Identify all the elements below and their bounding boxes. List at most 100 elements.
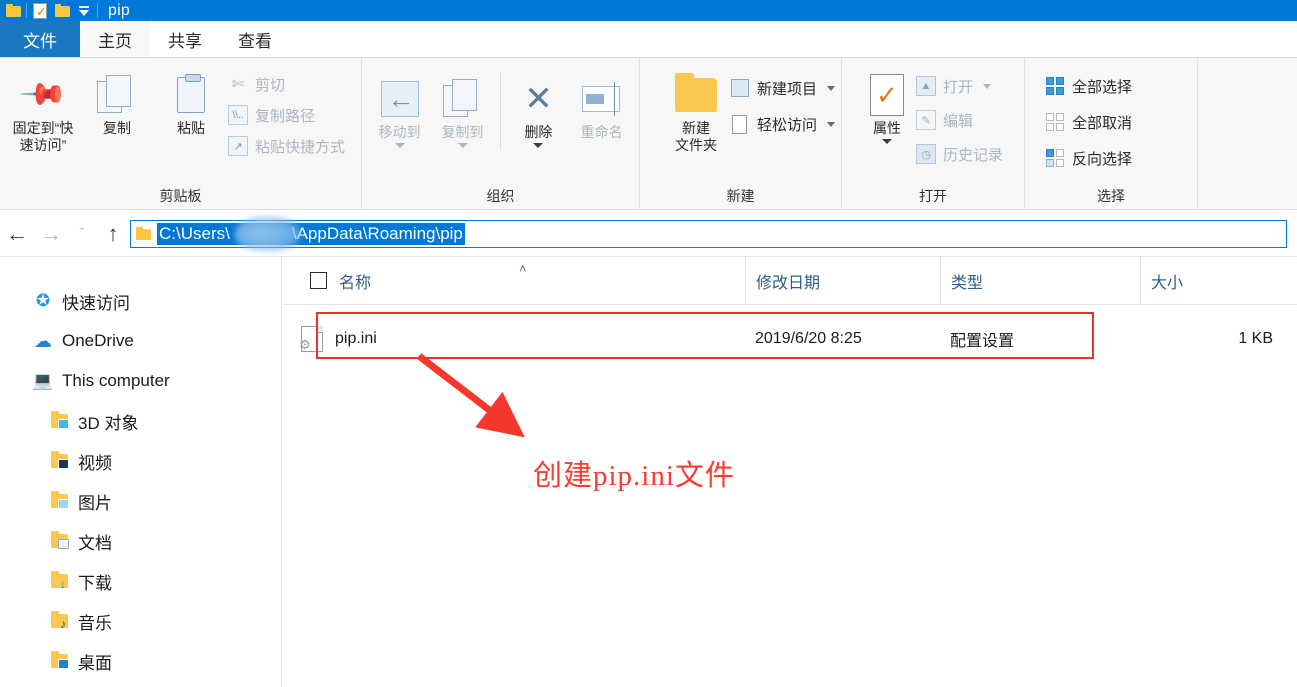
this-pc-icon: 💻 [32,371,54,390]
column-name[interactable]: 名称 ˄ [283,257,745,305]
window-title: pip [108,2,130,19]
back-button[interactable]: ← [0,217,34,251]
cut-button[interactable]: ✄ 剪切 [228,72,345,96]
new-folder-label-line2: 文件夹 [674,137,717,153]
clipboard-group-label: 剪贴板 [159,188,202,204]
new-item-button[interactable]: 新建项目 [730,76,835,100]
history-button[interactable]: ◷ 历史记录 [916,142,1003,166]
select-all-label: 全部选择 [1072,78,1133,96]
tab-share[interactable]: 共享 [150,21,220,57]
sidebar-item-quick-access[interactable]: ✪ 快速访问 [0,281,281,321]
properties-label: 属性 [873,120,901,136]
tab-home[interactable]: 主页 [80,21,150,57]
sidebar-item-videos[interactable]: 视频 [0,441,281,481]
select-all-button[interactable]: 全部选择 [1045,74,1132,98]
select-none-icon [1045,112,1065,132]
ribbon-tabs: 文件 主页 共享 查看 [0,21,1297,58]
select-all-checkbox[interactable] [310,272,327,289]
sidebar-item-label: 视频 [78,453,112,473]
open-chevron-down-icon [983,83,992,89]
copy-icon [97,70,137,120]
file-type-cell: 配置设置 [950,333,1015,350]
music-folder-icon: ♪ [46,611,72,630]
sidebar-item-documents[interactable]: 文档 [0,521,281,561]
address-path-tail: \AppData\Roaming\pip [291,223,463,243]
customize-caret-icon[interactable] [73,0,95,21]
sidebar-item-onedrive[interactable]: ☁ OneDrive [0,321,281,361]
folder-icon[interactable] [2,0,24,21]
copy-path-icon: \\.. [228,105,248,125]
paste-shortcut-icon: ↗ [228,136,248,156]
sidebar-item-desktop[interactable]: 桌面 [0,641,281,681]
copy-to-chevron-down-icon [457,143,468,148]
new-folder-button[interactable]: 新建 文件夹 [662,64,730,154]
copy-path-button[interactable]: \\.. 复制路径 [228,103,345,127]
table-row[interactable]: ⚙ pip.ini 2019/6/20 8:25 配置设置 1 KB [283,319,1297,359]
sidebar-item-label: OneDrive [62,331,134,350]
edit-label: 编辑 [943,112,974,130]
redacted-username-blur [235,216,301,251]
new-folder-icon[interactable] [51,0,73,21]
sidebar-item-this-computer[interactable]: 💻 This computer [0,361,281,401]
copy-to-button[interactable]: 复制到 [431,68,494,148]
move-to-button[interactable]: 移动到 [368,68,431,148]
tab-file[interactable]: 文件 [0,21,80,57]
sidebar-item-label: 下载 [78,573,112,593]
sidebar-item-pictures[interactable]: 图片 [0,481,281,521]
copy-button[interactable]: 复制 [80,64,154,137]
open-button[interactable]: ▲ 打开 [916,74,1003,98]
address-path-text: C:\Users\ \AppData\Roaming\pip [157,216,465,251]
open-icon: ▲ [916,76,936,96]
sidebar-item-label: This computer [62,371,170,390]
tab-view[interactable]: 查看 [220,21,290,57]
paste-shortcut-button[interactable]: ↗ 粘贴快捷方式 [228,134,345,158]
address-input[interactable]: C:\Users\ \AppData\Roaming\pip [130,216,1287,251]
edit-button[interactable]: ✎ 编辑 [916,108,1003,132]
sidebar-item-downloads[interactable]: ↓ 下载 [0,561,281,601]
sort-ascending-icon: ˄ [519,260,527,276]
copy-to-icon [442,74,483,124]
invert-selection-button[interactable]: 反向选择 [1045,146,1132,170]
select-none-button[interactable]: 全部取消 [1045,110,1132,134]
copy-path-label: 复制路径 [255,107,316,125]
move-to-icon [380,74,419,124]
title-bar: ✓ pip [0,0,1297,21]
properties-icon[interactable]: ✓ [29,0,51,21]
file-date-cell: 2019/6/20 8:25 [755,330,862,347]
videos-folder-icon [46,451,72,469]
delete-chevron-down-icon [533,143,544,148]
ribbon-group-new: 新建 文件夹 新建项目 轻松访问 新建 [640,58,842,209]
up-button[interactable]: ↑ [96,217,130,251]
properties-button[interactable]: ✓ 属性 [858,64,916,144]
star-icon: ✪ [35,291,51,310]
pin-to-quick-access-button[interactable]: 📌 固定到“快 速访问” [6,64,80,154]
paste-icon [177,70,205,120]
desktop-folder-icon [46,651,72,669]
clipboard-small-commands: ✄ 剪切 \\.. 复制路径 ↗ 粘贴快捷方式 [228,64,345,158]
column-date-label: 修改日期 [756,274,821,292]
recent-locations-button[interactable]: ˇ [68,217,96,251]
easy-access-button[interactable]: 轻松访问 [730,112,835,136]
easy-access-chevron-down-icon [827,121,835,127]
organize-group-label: 组织 [486,188,515,204]
column-size[interactable]: 大小 [1140,256,1295,305]
column-type[interactable]: 类型 [940,256,1140,305]
pin-icon: 📌 [18,69,69,120]
pictures-folder-icon [46,491,72,509]
navigation-pane: ✪ 快速访问 ☁ OneDrive 💻 This computer 3D 对象 … [0,257,282,687]
file-name-cell[interactable]: ⚙ pip.ini [283,326,745,352]
rename-button[interactable]: 重命名 [570,68,633,141]
sidebar-item-3d-objects[interactable]: 3D 对象 [0,401,281,441]
column-date-modified[interactable]: 修改日期 [745,256,940,305]
scissors-icon: ✄ [231,76,245,93]
move-to-chevron-down-icon [394,143,405,148]
sidebar-item-system-drive[interactable]: 系统 (C:) [0,681,281,687]
select-none-label: 全部取消 [1072,114,1133,132]
delete-button[interactable]: ✕ 删除 [507,68,570,148]
sidebar-item-music[interactable]: ♪ 音乐 [0,601,281,641]
paste-button[interactable]: 粘贴 [154,64,228,137]
forward-button[interactable]: → [34,217,68,251]
ini-file-icon: ⚙ [299,326,323,352]
quick-access-toolbar: ✓ [0,0,100,21]
delete-icon: ✕ [524,80,553,118]
